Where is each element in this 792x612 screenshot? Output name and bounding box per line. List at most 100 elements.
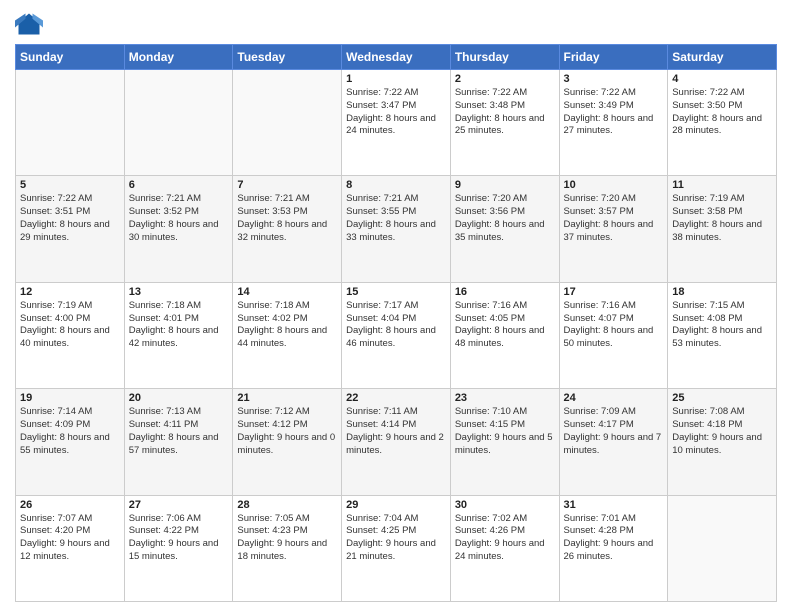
page: SundayMondayTuesdayWednesdayThursdayFrid… [0,0,792,612]
weekday-header-monday: Monday [124,45,233,70]
calendar: SundayMondayTuesdayWednesdayThursdayFrid… [15,44,777,602]
day-number: 17 [564,286,664,298]
day-info: Sunrise: 7:06 AM Sunset: 4:22 PM Dayligh… [129,513,229,564]
day-number: 12 [20,286,120,298]
day-cell [124,70,233,176]
day-cell: 6 Sunrise: 7:21 AM Sunset: 3:52 PM Daylig… [124,176,233,282]
day-info: Sunrise: 7:18 AM Sunset: 4:01 PM Dayligh… [129,300,229,351]
day-number: 13 [129,286,229,298]
day-cell: 31 Sunrise: 7:01 AM Sunset: 4:28 PM Dayli… [559,495,668,601]
day-cell: 14Sunrise: 7:18 AM Sunset: 4:02 PM Dayli… [233,282,342,388]
day-cell: 26 Sunrise: 7:07 AM Sunset: 4:20 PM Dayli… [16,495,125,601]
day-info: Sunrise: 7:18 AM Sunset: 4:02 PM Dayligh… [237,300,337,351]
day-info: Sunrise: 7:21 AM Sunset: 3:52 PM Dayligh… [129,193,229,244]
day-number: 11 [672,179,772,191]
day-number: 26 [20,499,120,511]
day-cell: 16 Sunrise: 7:16 AM Sunset: 4:05 PM Dayli… [450,282,559,388]
day-info: Sunrise: 7:13 AM Sunset: 4:11 PM Dayligh… [129,406,229,457]
day-info: Sunrise: 7:12 AM Sunset: 4:12 PM Dayligh… [237,406,337,457]
day-cell: 29 Sunrise: 7:04 AM Sunset: 4:25 PM Dayli… [342,495,451,601]
day-info: Sunrise: 7:22 AM Sunset: 3:50 PM Dayligh… [672,87,772,138]
weekday-header-wednesday: Wednesday [342,45,451,70]
logo-icon [15,10,43,38]
day-number: 6 [129,179,229,191]
week-row-1: 5 Sunrise: 7:22 AM Sunset: 3:51 PM Daylig… [16,176,777,282]
day-cell: 20 Sunrise: 7:13 AM Sunset: 4:11 PM Dayli… [124,389,233,495]
day-number: 18 [672,286,772,298]
weekday-header-row: SundayMondayTuesdayWednesdayThursdayFrid… [16,45,777,70]
day-info: Sunrise: 7:10 AM Sunset: 4:15 PM Dayligh… [455,406,555,457]
day-number: 16 [455,286,555,298]
day-number: 25 [672,392,772,404]
day-number: 29 [346,499,446,511]
day-info: Sunrise: 7:20 AM Sunset: 3:56 PM Dayligh… [455,193,555,244]
day-info: Sunrise: 7:22 AM Sunset: 3:51 PM Dayligh… [20,193,120,244]
day-number: 15 [346,286,446,298]
day-cell: 9 Sunrise: 7:20 AM Sunset: 3:56 PM Daylig… [450,176,559,282]
day-cell: 25 Sunrise: 7:08 AM Sunset: 4:18 PM Dayli… [668,389,777,495]
day-number: 24 [564,392,664,404]
day-info: Sunrise: 7:21 AM Sunset: 3:53 PM Dayligh… [237,193,337,244]
day-info: Sunrise: 7:11 AM Sunset: 4:14 PM Dayligh… [346,406,446,457]
day-cell: 17 Sunrise: 7:16 AM Sunset: 4:07 PM Dayli… [559,282,668,388]
day-cell: 1 Sunrise: 7:22 AM Sunset: 3:47 PM Daylig… [342,70,451,176]
day-number: 4 [672,73,772,85]
day-number: 27 [129,499,229,511]
weekday-header-friday: Friday [559,45,668,70]
weekday-header-thursday: Thursday [450,45,559,70]
day-cell: 30Sunrise: 7:02 AM Sunset: 4:26 PM Dayli… [450,495,559,601]
day-number: 2 [455,73,555,85]
weekday-header-sunday: Sunday [16,45,125,70]
day-cell: 10 Sunrise: 7:20 AM Sunset: 3:57 PM Dayli… [559,176,668,282]
day-cell: 15 Sunrise: 7:17 AM Sunset: 4:04 PM Dayli… [342,282,451,388]
day-cell: 27 Sunrise: 7:06 AM Sunset: 4:22 PM Dayli… [124,495,233,601]
day-cell: 23 Sunrise: 7:10 AM Sunset: 4:15 PM Dayli… [450,389,559,495]
day-number: 19 [20,392,120,404]
week-row-4: 26 Sunrise: 7:07 AM Sunset: 4:20 PM Dayli… [16,495,777,601]
week-row-0: 1 Sunrise: 7:22 AM Sunset: 3:47 PM Daylig… [16,70,777,176]
day-number: 23 [455,392,555,404]
day-info: Sunrise: 7:21 AM Sunset: 3:55 PM Dayligh… [346,193,446,244]
day-number: 20 [129,392,229,404]
day-cell: 8Sunrise: 7:21 AM Sunset: 3:55 PM Daylig… [342,176,451,282]
day-number: 9 [455,179,555,191]
day-cell: 4 Sunrise: 7:22 AM Sunset: 3:50 PM Daylig… [668,70,777,176]
day-cell: 24 Sunrise: 7:09 AM Sunset: 4:17 PM Dayli… [559,389,668,495]
day-number: 7 [237,179,337,191]
day-cell [233,70,342,176]
day-info: Sunrise: 7:19 AM Sunset: 4:00 PM Dayligh… [20,300,120,351]
day-info: Sunrise: 7:07 AM Sunset: 4:20 PM Dayligh… [20,513,120,564]
day-number: 10 [564,179,664,191]
day-info: Sunrise: 7:16 AM Sunset: 4:07 PM Dayligh… [564,300,664,351]
day-number: 5 [20,179,120,191]
day-number: 1 [346,73,446,85]
day-cell [668,495,777,601]
day-number: 31 [564,499,664,511]
day-info: Sunrise: 7:09 AM Sunset: 4:17 PM Dayligh… [564,406,664,457]
day-info: Sunrise: 7:15 AM Sunset: 4:08 PM Dayligh… [672,300,772,351]
day-cell [16,70,125,176]
day-info: Sunrise: 7:04 AM Sunset: 4:25 PM Dayligh… [346,513,446,564]
day-cell: 12 Sunrise: 7:19 AM Sunset: 4:00 PM Dayli… [16,282,125,388]
logo [15,10,47,38]
day-info: Sunrise: 7:20 AM Sunset: 3:57 PM Dayligh… [564,193,664,244]
day-info: Sunrise: 7:16 AM Sunset: 4:05 PM Dayligh… [455,300,555,351]
day-cell: 19 Sunrise: 7:14 AM Sunset: 4:09 PM Dayli… [16,389,125,495]
day-info: Sunrise: 7:22 AM Sunset: 3:48 PM Dayligh… [455,87,555,138]
day-cell: 5 Sunrise: 7:22 AM Sunset: 3:51 PM Daylig… [16,176,125,282]
weekday-header-tuesday: Tuesday [233,45,342,70]
week-row-3: 19 Sunrise: 7:14 AM Sunset: 4:09 PM Dayli… [16,389,777,495]
day-cell: 11 Sunrise: 7:19 AM Sunset: 3:58 PM Dayli… [668,176,777,282]
day-number: 21 [237,392,337,404]
day-number: 30 [455,499,555,511]
day-info: Sunrise: 7:14 AM Sunset: 4:09 PM Dayligh… [20,406,120,457]
day-info: Sunrise: 7:08 AM Sunset: 4:18 PM Dayligh… [672,406,772,457]
day-info: Sunrise: 7:01 AM Sunset: 4:28 PM Dayligh… [564,513,664,564]
day-cell: 2 Sunrise: 7:22 AM Sunset: 3:48 PM Daylig… [450,70,559,176]
day-info: Sunrise: 7:19 AM Sunset: 3:58 PM Dayligh… [672,193,772,244]
day-cell: 13 Sunrise: 7:18 AM Sunset: 4:01 PM Dayli… [124,282,233,388]
day-number: 22 [346,392,446,404]
day-info: Sunrise: 7:17 AM Sunset: 4:04 PM Dayligh… [346,300,446,351]
day-info: Sunrise: 7:22 AM Sunset: 3:47 PM Dayligh… [346,87,446,138]
week-row-2: 12 Sunrise: 7:19 AM Sunset: 4:00 PM Dayli… [16,282,777,388]
